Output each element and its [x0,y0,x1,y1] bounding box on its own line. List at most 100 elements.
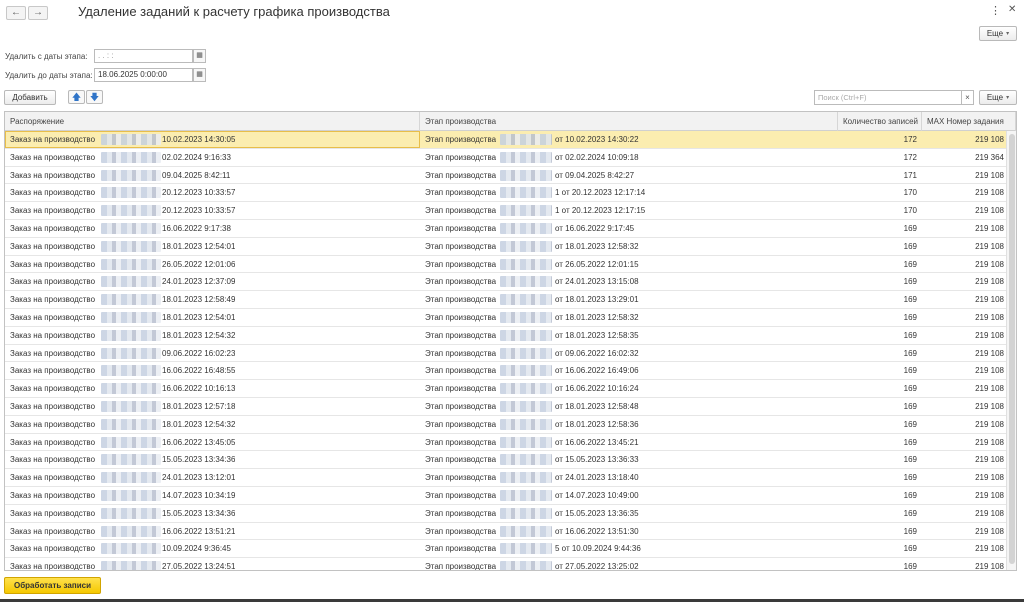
stage-cell[interactable]: Этап производства от 16.06.2022 10:16:24 [420,380,838,397]
add-button[interactable]: Добавить [4,90,56,105]
table-row[interactable]: Заказ на производство 27.05.2022 13:24:51… [5,558,1006,570]
table-row[interactable]: Заказ на производство 18.01.2023 12:58:49… [5,291,1006,309]
clear-search-icon[interactable]: × [961,90,974,105]
search-input[interactable]: Поиск (Ctrl+F) [814,90,962,105]
table-row[interactable]: Заказ на производство 02.02.2024 9:16:33 Э… [5,149,1006,167]
table-more-button[interactable]: Еще ▾ [979,90,1017,105]
order-cell[interactable]: Заказ на производство 20.12.2023 10:33:57 [5,202,420,219]
order-cell[interactable]: Заказ на производство 16.06.2022 9:17:38 [5,220,420,237]
order-cell[interactable]: Заказ на производство 09.06.2022 16:02:23 [5,345,420,362]
table-row[interactable]: Заказ на производство 24.01.2023 13:12:01… [5,469,1006,487]
stage-cell[interactable]: Этап производства 5 от 10.09.2024 9:44:36 [420,540,838,557]
table-row[interactable]: Заказ на производство 16.06.2022 13:51:21… [5,523,1006,541]
table-row[interactable]: Заказ на производство 18.01.2023 12:54:32… [5,327,1006,345]
order-cell[interactable]: Заказ на производство 18.01.2023 12:54:01 [5,309,420,326]
order-cell[interactable]: Заказ на производство 26.05.2022 12:01:06 [5,256,420,273]
stage-cell[interactable]: Этап производства 1 от 20.12.2023 12:17:1… [420,202,838,219]
order-cell[interactable]: Заказ на производство 16.06.2022 13:51:21 [5,523,420,540]
order-cell[interactable]: Заказ на производство 18.01.2023 12:58:49 [5,291,420,308]
order-cell[interactable]: Заказ на производство 24.01.2023 13:12:01 [5,469,420,486]
order-cell[interactable]: Заказ на производство 16.06.2022 16:48:55 [5,362,420,379]
header-more-button[interactable]: Еще ▾ [979,26,1017,41]
table-row[interactable]: Заказ на производство 15.05.2023 13:34:36… [5,505,1006,523]
stage-cell[interactable]: Этап производства от 09.04.2025 8:42:27 [420,167,838,184]
more-menu-icon[interactable]: ⋮ [990,4,1001,17]
stage-cell[interactable]: Этап производства от 24.01.2023 13:18:40 [420,469,838,486]
order-cell[interactable]: Заказ на производство 18.01.2023 12:54:01 [5,238,420,255]
table-row[interactable]: Заказ на производство 10.02.2023 14:30:05… [5,131,1006,149]
table-row[interactable]: Заказ на производство 16.06.2022 10:16:13… [5,380,1006,398]
stage-cell[interactable]: Этап производства от 16.06.2022 9:17:45 [420,220,838,237]
move-up-button[interactable]: 🡅 [68,90,85,104]
stage-cell[interactable]: Этап производства от 18.01.2023 12:58:32 [420,238,838,255]
order-cell[interactable]: Заказ на производство 18.01.2023 12:57:18 [5,398,420,415]
order-cell[interactable]: Заказ на производство 24.01.2023 12:37:09 [5,273,420,290]
move-down-button[interactable]: 🡇 [86,90,103,104]
column-header-count[interactable]: Количество записей [838,112,922,131]
table-row[interactable]: Заказ на производство 16.06.2022 9:17:38 Э… [5,220,1006,238]
stage-cell[interactable]: Этап производства от 18.01.2023 12:58:36 [420,416,838,433]
stage-cell[interactable]: Этап производства от 16.06.2022 13:51:30 [420,523,838,540]
table-row[interactable]: Заказ на производство 10.09.2024 9:36:45 Э… [5,540,1006,559]
back-button[interactable]: ← [6,6,26,20]
order-prefix: Заказ на производство [10,312,96,322]
table-row[interactable]: Заказ на производство 16.06.2022 16:48:55… [5,362,1006,381]
table-row[interactable]: Заказ на производство 18.01.2023 12:54:32… [5,416,1006,434]
order-cell[interactable]: Заказ на производство 10.02.2023 14:30:05 [5,131,420,148]
order-cell[interactable]: Заказ на производство 15.05.2023 13:34:36 [5,451,420,468]
column-header-order[interactable]: Распоряжение [5,112,420,131]
stage-cell[interactable]: Этап производства от 15.05.2023 13:36:35 [420,505,838,522]
close-icon[interactable]: ✕ [1008,4,1016,15]
table-row[interactable]: Заказ на производство 18.01.2023 12:54:01… [5,238,1006,256]
calendar-icon[interactable]: ▦ [193,49,206,63]
stage-cell[interactable]: Этап производства от 18.01.2023 12:58:48 [420,398,838,415]
column-header-stage[interactable]: Этап производства [420,112,838,131]
stage-cell[interactable]: Этап производства от 27.05.2022 13:25:02 [420,558,838,570]
table-row[interactable]: Заказ на производство 26.05.2022 12:01:06… [5,256,1006,274]
table-row[interactable]: Заказ на производство 18.01.2023 12:57:18… [5,398,1006,416]
calendar-icon[interactable]: ▦ [193,68,206,82]
date-from-field[interactable]: . . : : [94,49,193,63]
date-to-field[interactable]: 18.06.2025 0:00:00 [94,68,193,82]
table-row[interactable]: Заказ на производство 09.04.2025 8:42:11 Э… [5,167,1006,185]
vertical-scrollbar[interactable] [1006,131,1016,570]
stage-cell[interactable]: Этап производства от 26.05.2022 12:01:15 [420,256,838,273]
stage-cell[interactable]: Этап производства от 16.06.2022 13:45:21 [420,434,838,451]
table-row[interactable]: Заказ на производство 20.12.2023 10:33:57… [5,202,1006,220]
stage-cell[interactable]: Этап производства от 24.01.2023 13:15:08 [420,273,838,290]
scrollbar-thumb[interactable] [1009,134,1015,564]
stage-cell[interactable]: Этап производства от 18.01.2023 12:58:35 [420,327,838,344]
order-cell[interactable]: Заказ на производство 15.05.2023 13:34:36 [5,505,420,522]
order-cell[interactable]: Заказ на производство 02.02.2024 9:16:33 [5,149,420,166]
stage-cell[interactable]: Этап производства от 15.05.2023 13:36:33 [420,451,838,468]
stage-cell[interactable]: Этап производства от 16.06.2022 16:49:06 [420,362,838,379]
table-row[interactable]: Заказ на производство 18.01.2023 12:54:01… [5,309,1006,327]
stage-date: от 16.06.2022 10:16:24 [555,384,639,394]
stage-cell[interactable]: Этап производства от 09.06.2022 16:02:32 [420,345,838,362]
stage-cell[interactable]: Этап производства от 02.02.2024 10:09:18 [420,149,838,166]
order-cell[interactable]: Заказ на производство 27.05.2022 13:24:51 [5,558,420,570]
stage-cell[interactable]: Этап производства от 14.07.2023 10:49:00 [420,487,838,504]
records-table[interactable]: Распоряжение Этап производства Количеств… [4,111,1017,571]
table-row[interactable]: Заказ на производство 24.01.2023 12:37:09… [5,273,1006,292]
stage-cell[interactable]: Этап производства от 10.02.2023 14:30:22 [420,131,838,148]
table-row[interactable]: Заказ на производство 14.07.2023 10:34:19… [5,487,1006,505]
order-cell[interactable]: Заказ на производство 16.06.2022 10:16:13 [5,380,420,397]
stage-cell[interactable]: Этап производства от 18.01.2023 12:58:32 [420,309,838,326]
order-cell[interactable]: Заказ на производство 16.06.2022 13:45:05 [5,434,420,451]
stage-cell[interactable]: Этап производства от 18.01.2023 13:29:01 [420,291,838,308]
order-cell[interactable]: Заказ на производство 20.12.2023 10:33:57 [5,184,420,201]
order-cell[interactable]: Заказ на производство 09.04.2025 8:42:11 [5,167,420,184]
order-cell[interactable]: Заказ на производство 18.01.2023 12:54:32 [5,327,420,344]
table-row[interactable]: Заказ на производство 15.05.2023 13:34:36… [5,451,1006,470]
process-records-button[interactable]: Обработать записи [4,577,101,594]
table-row[interactable]: Заказ на производство 09.06.2022 16:02:23… [5,345,1006,363]
table-row[interactable]: Заказ на производство 20.12.2023 10:33:57… [5,184,1006,203]
column-header-max[interactable]: MAX Номер задания [922,112,1016,131]
table-row[interactable]: Заказ на производство 16.06.2022 13:45:05… [5,434,1006,452]
order-cell[interactable]: Заказ на производство 10.09.2024 9:36:45 [5,540,420,557]
order-cell[interactable]: Заказ на производство 18.01.2023 12:54:32 [5,416,420,433]
order-cell[interactable]: Заказ на производство 14.07.2023 10:34:19 [5,487,420,504]
stage-cell[interactable]: Этап производства 1 от 20.12.2023 12:17:1… [420,184,838,201]
forward-button[interactable]: → [28,6,48,20]
